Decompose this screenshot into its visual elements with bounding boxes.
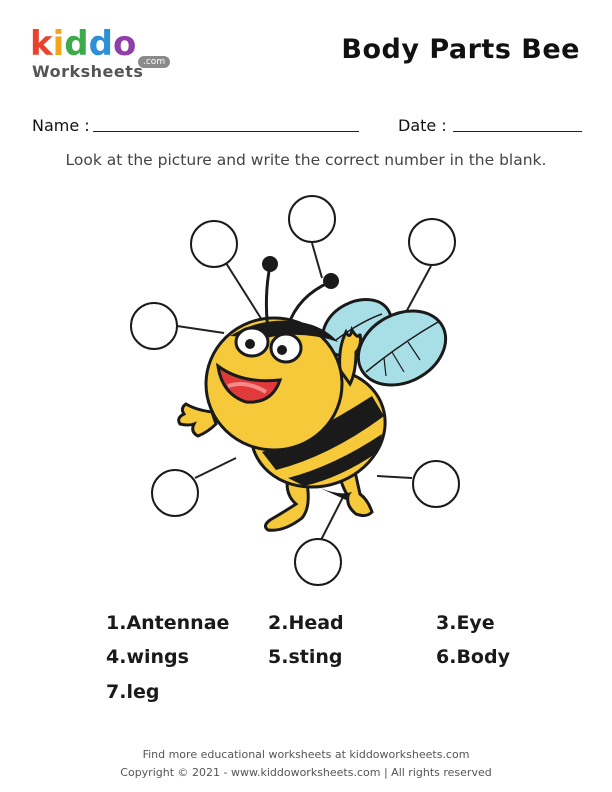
word-bank-item: 2.Head xyxy=(268,612,344,634)
word-bank-item: 7.leg xyxy=(106,681,160,703)
answer-circle xyxy=(130,302,178,350)
antenna-tip xyxy=(262,256,278,272)
word-bank-item: 6.Body xyxy=(436,646,510,668)
answer-circle xyxy=(151,469,199,517)
connector-line xyxy=(311,242,323,279)
connector-line xyxy=(320,496,344,541)
answer-circle xyxy=(408,218,456,266)
word-bank-item: 5.sting xyxy=(268,646,343,668)
footer-line-1: Find more educational worksheets at kidd… xyxy=(142,748,470,761)
answer-circle xyxy=(288,195,336,243)
antenna-tip xyxy=(323,273,339,289)
connector-line xyxy=(404,265,432,315)
answer-circle xyxy=(294,538,342,586)
connector-line xyxy=(376,475,413,479)
word-bank-item: 1.Antennae xyxy=(106,612,230,634)
word-bank-item: 3.Eye xyxy=(436,612,495,634)
footer-line-2: Copyright © 2021 - www.kiddoworksheets.c… xyxy=(120,766,492,779)
bee-illustration xyxy=(130,195,460,586)
answer-circle xyxy=(190,220,238,268)
connector-line xyxy=(194,457,237,479)
word-bank-item: 4.wings xyxy=(106,646,189,668)
connector-line xyxy=(176,325,225,334)
answer-circle xyxy=(412,460,460,508)
